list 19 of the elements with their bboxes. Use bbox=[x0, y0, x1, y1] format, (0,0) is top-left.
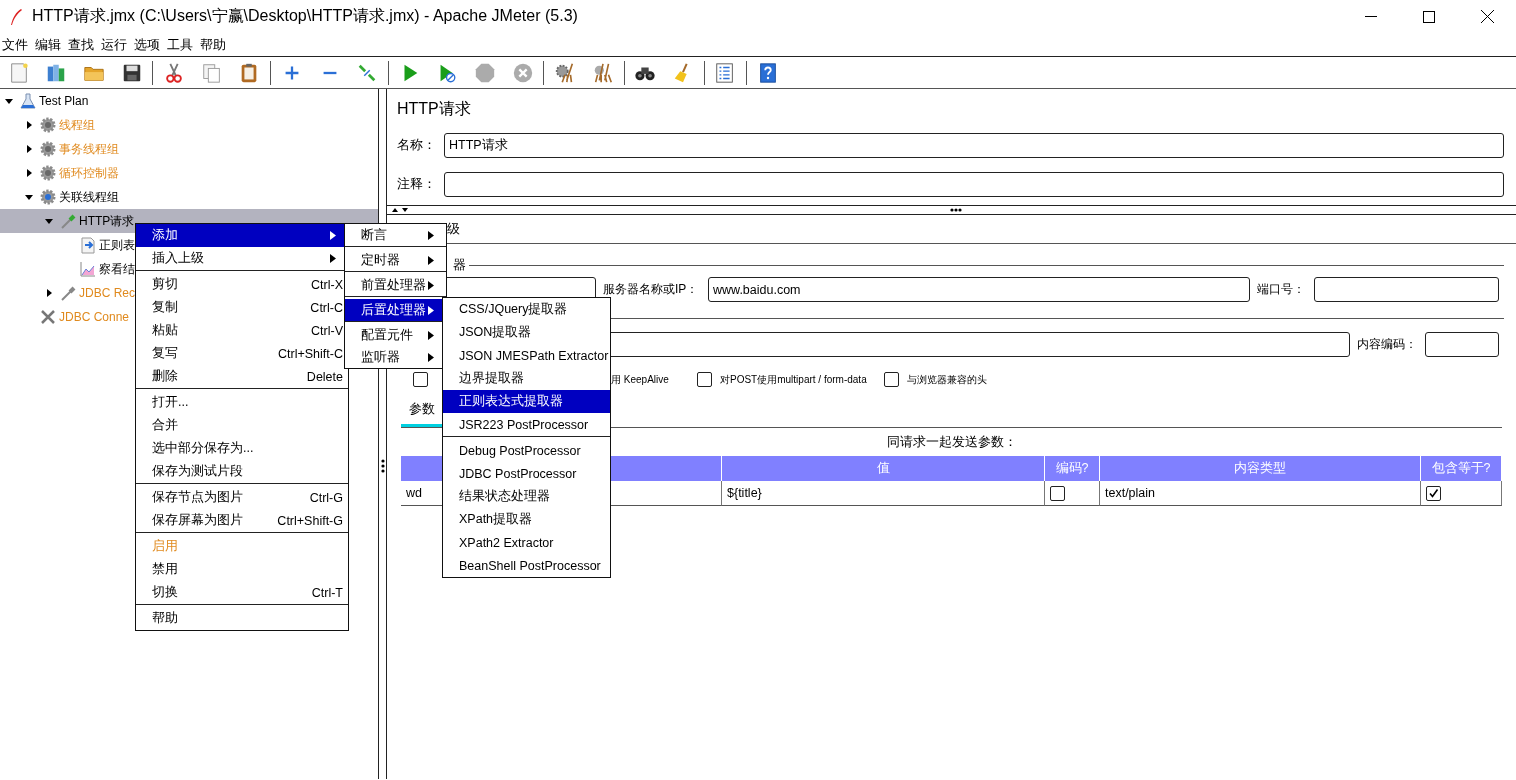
checkbox-label: 对POST使用multipart / form-data bbox=[720, 372, 867, 387]
table-caption: 同请求一起发送参数： bbox=[886, 434, 1017, 450]
checkbox-label: 与浏览器兼容的头 bbox=[907, 372, 987, 387]
column-header: 包含等于? bbox=[1421, 456, 1502, 481]
panel-title: HTTP请求 bbox=[396, 99, 472, 119]
group-title: 器 bbox=[453, 256, 466, 274]
table-cell: text/plain bbox=[1105, 486, 1156, 500]
column-header: 内容类型 bbox=[1100, 456, 1421, 481]
field-label: 名称： bbox=[397, 137, 437, 154]
table-cell: wd bbox=[406, 486, 422, 500]
table-cell: ${title} bbox=[727, 486, 762, 500]
field-label: 内容编码： bbox=[1356, 335, 1418, 353]
field-label: 注释： bbox=[397, 176, 437, 193]
field-label: 端口号： bbox=[1256, 281, 1306, 298]
checkbox-label: 用 KeepAlive bbox=[611, 372, 669, 387]
column-header: 值 bbox=[722, 456, 1045, 481]
field-label: 服务器名称或IP： bbox=[602, 281, 700, 298]
window-title: HTTP请求.jmx (C:\Users\宁赢\Desktop\HTTP请求.jmx) - Apache JMeter (5.3) bbox=[32, 6, 578, 26]
column-header: 编码? bbox=[1045, 456, 1100, 481]
